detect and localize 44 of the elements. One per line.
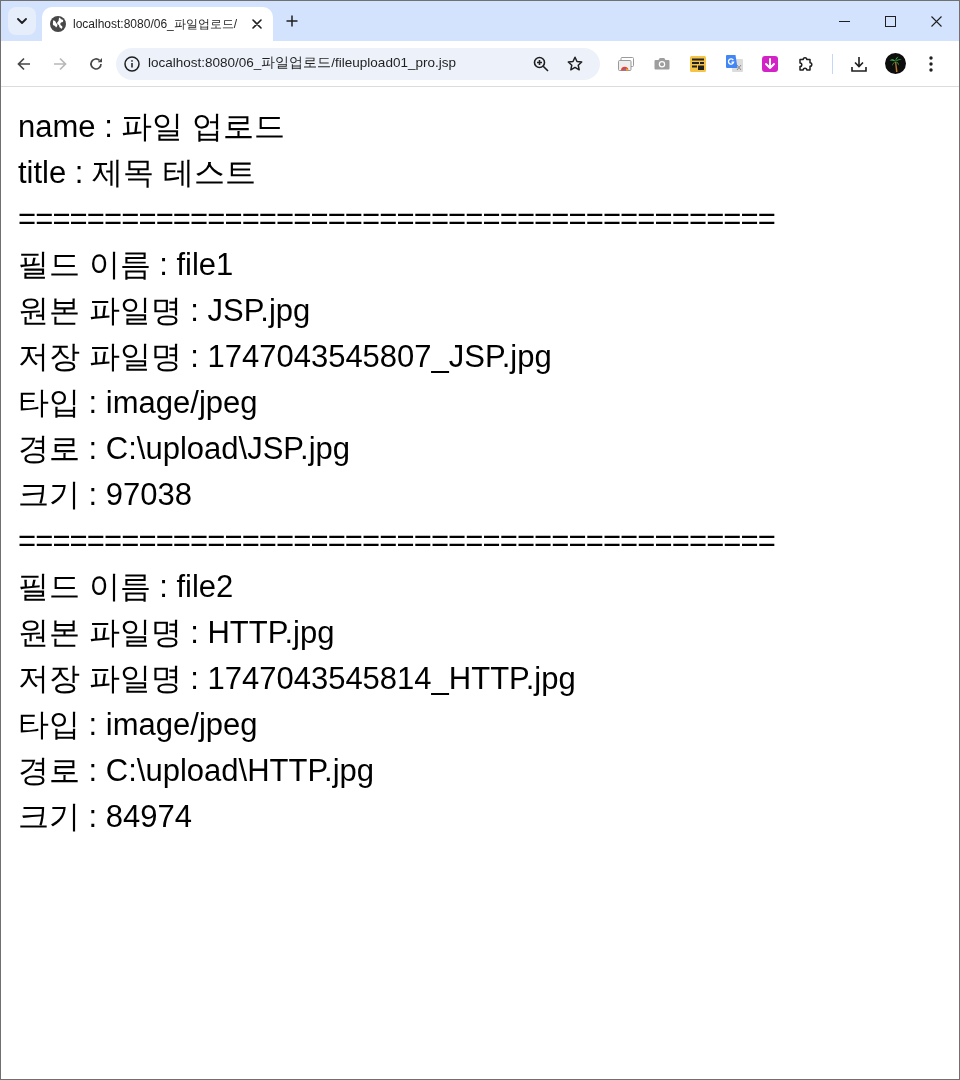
puzzle-icon	[798, 55, 814, 72]
output-line: 원본 파일명 : JSP.jpg	[18, 292, 312, 330]
output-line: 크기 : 84974	[18, 798, 194, 836]
star-icon	[567, 55, 583, 72]
windows-icon	[618, 56, 634, 71]
plus-icon	[286, 15, 298, 27]
output-line: 타입 : image/jpeg	[18, 384, 259, 422]
reload-icon	[89, 56, 103, 71]
tab-search-button[interactable]	[8, 7, 36, 35]
tab-close-button[interactable]	[249, 16, 265, 32]
zoom-icon	[533, 55, 549, 72]
note-icon	[690, 55, 706, 72]
close-icon	[252, 19, 262, 29]
address-text: localhost:8080/06_파일업로드/fileupload01_pro.jsp	[148, 54, 457, 73]
browser-tab[interactable]: localhost:8080/06_파일업로드/	[42, 7, 273, 41]
output-line: 필드 이름 : file1	[18, 246, 235, 284]
menu-icon	[929, 55, 933, 72]
address-bar[interactable]: localhost:8080/06_파일업로드/fileupload01_pro.jsp	[116, 47, 600, 80]
download-badge-icon	[762, 55, 778, 72]
minimize-icon	[838, 20, 850, 22]
separator-text: ============================================	[18, 522, 776, 560]
output-line: 저장 파일명 : 1747043545807_JSP.jpg	[18, 338, 553, 376]
output-line: 저장 파일명 : 1747043545814_HTTP.jpg	[18, 660, 577, 698]
output-line: 타입 : image/jpeg	[18, 706, 259, 744]
forward-arrow-icon	[53, 56, 67, 71]
tab-title: localhost:8080/06_파일업로드/	[73, 16, 239, 33]
chevron-down-icon	[17, 18, 27, 24]
output-line: 원본 파일명 : HTTP.jpg	[18, 614, 336, 652]
download-icon	[851, 55, 867, 72]
separator-text: ============================================	[18, 200, 776, 238]
maximize-icon	[884, 15, 896, 27]
output-line: 경로 : C:\upload\JSP.jpg	[18, 430, 351, 468]
translate-icon	[725, 55, 743, 72]
info-icon[interactable]	[124, 55, 140, 72]
output-line: 경로 : C:\upload\HTTP.jpg	[18, 752, 376, 790]
close-icon	[930, 15, 942, 27]
avatar-icon	[884, 53, 906, 74]
output-line: title : 제목 테스트	[18, 154, 257, 192]
camera-icon	[654, 57, 670, 70]
globe-icon	[50, 16, 66, 32]
output-line: name : 파일 업로드	[18, 108, 286, 146]
output-line: 크기 : 97038	[18, 476, 194, 514]
back-arrow-icon	[17, 56, 31, 71]
output-line: 필드 이름 : file2	[18, 568, 235, 606]
